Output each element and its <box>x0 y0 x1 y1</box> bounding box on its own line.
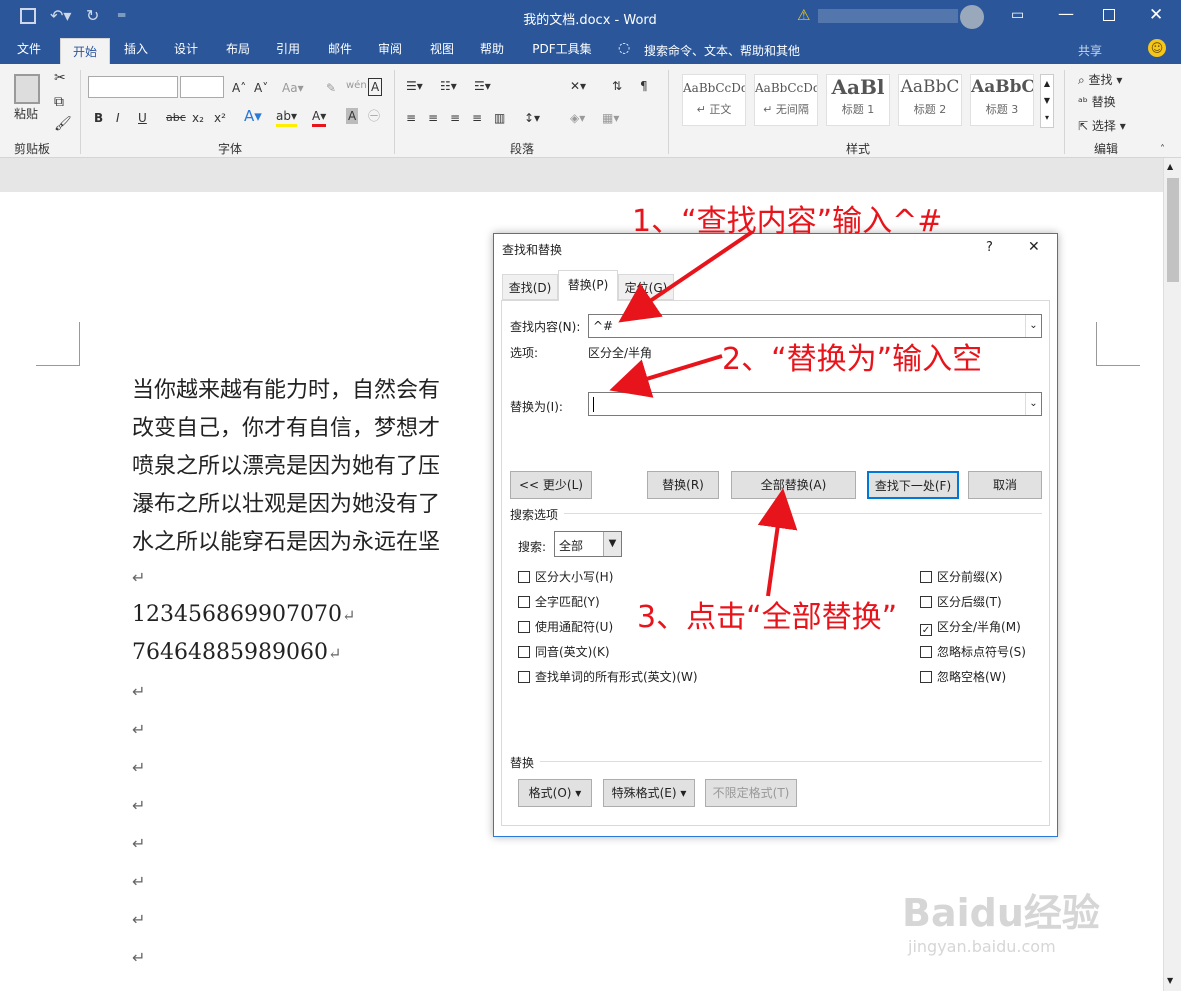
watermark-brand: Baidu经验 <box>902 891 1100 935</box>
baidu-watermark: Baidu经验 jingyan.baidu.com <box>902 882 1100 956</box>
annotation-step-1: 1、“查找内容”输入^# <box>632 204 943 239</box>
annotation-step-3: 3、点击“全部替换” <box>637 600 898 635</box>
annotation-arrows <box>609 230 798 597</box>
arrow-2 <box>609 354 723 398</box>
annotation-step-2: 2、“替换为”输入空 <box>722 342 983 377</box>
watermark-url: jingyan.baidu.com <box>908 937 1056 956</box>
arrow-3 <box>757 488 798 597</box>
arrow-1 <box>618 230 754 323</box>
